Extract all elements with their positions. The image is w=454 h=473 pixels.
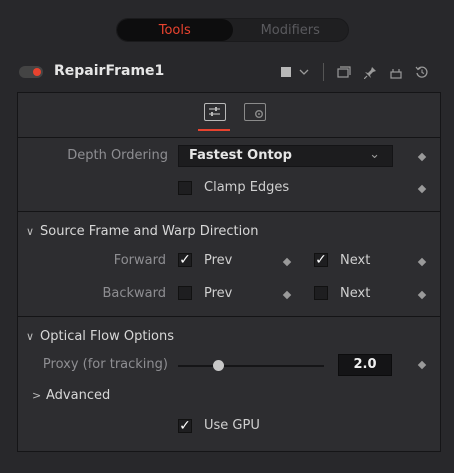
tab-tools[interactable]: Tools xyxy=(117,19,233,41)
depth-ordering-label: Depth Ordering xyxy=(67,148,168,163)
pin-icon[interactable] xyxy=(362,64,378,80)
optical-flow-section-title: Optical Flow Options xyxy=(40,329,175,344)
top-tab-bar: Tools Modifiers xyxy=(116,18,349,42)
keyframe-diamond-backward-next[interactable] xyxy=(417,290,427,300)
backward-next-checkbox[interactable] xyxy=(314,286,328,300)
forward-prev-checkbox[interactable]: ✓ xyxy=(178,252,192,268)
use-gpu-label: Use GPU xyxy=(204,418,260,433)
keyframe-diamond-forward-prev[interactable] xyxy=(282,257,292,267)
backward-prev-label: Prev xyxy=(204,286,233,301)
advanced-section-title: Advanced xyxy=(46,388,111,403)
color-swatch-icon[interactable] xyxy=(278,64,294,80)
chevron-down-icon: ⌄ xyxy=(369,147,380,162)
depth-ordering-dropdown[interactable]: Fastest Ontop ⌄ xyxy=(178,145,393,167)
settings-tab-icon[interactable] xyxy=(244,103,266,121)
keyframe-diamond-proxy[interactable] xyxy=(417,360,427,370)
reset-icon[interactable] xyxy=(414,64,430,80)
chevron-right-icon: > xyxy=(32,389,42,402)
keyframe-diamond-clamp-edges[interactable] xyxy=(417,184,427,194)
optical-flow-section-header[interactable]: ∨ Optical Flow Options xyxy=(26,329,174,344)
chevron-down-icon[interactable] xyxy=(296,64,312,80)
depth-ordering-value: Fastest Ontop xyxy=(189,148,292,163)
keyframe-diamond-backward-prev[interactable] xyxy=(282,290,292,300)
view-icon-svg xyxy=(337,66,351,78)
header-separator xyxy=(323,63,324,81)
forward-label: Forward xyxy=(113,253,166,268)
source-frame-section-header[interactable]: ∨ Source Frame and Warp Direction xyxy=(26,224,258,239)
subtab-bar xyxy=(18,93,440,137)
node-header: RepairFrame1 xyxy=(0,58,454,86)
toggle-knob xyxy=(33,68,41,76)
proxy-label: Proxy (for tracking) xyxy=(42,357,168,372)
proxy-slider-handle[interactable] xyxy=(213,360,224,371)
backward-next-label: Next xyxy=(340,286,371,301)
pin-icon-svg xyxy=(363,66,376,79)
reset-icon-svg xyxy=(415,66,428,78)
use-gpu-checkbox[interactable]: ✓ xyxy=(178,418,192,434)
chevron-down-icon: ∨ xyxy=(26,225,35,238)
tab-modifiers[interactable]: Modifiers xyxy=(233,19,349,41)
proxy-value-input[interactable]: 2.0 xyxy=(338,354,392,376)
gear-icon xyxy=(255,110,263,118)
lock-icon[interactable] xyxy=(388,64,404,80)
source-frame-section-title: Source Frame and Warp Direction xyxy=(40,224,259,239)
forward-prev-label: Prev xyxy=(204,253,233,268)
backward-prev-checkbox[interactable] xyxy=(178,286,192,300)
section-divider-1 xyxy=(18,211,440,212)
view-icon[interactable] xyxy=(336,64,352,80)
section-divider-2 xyxy=(18,316,440,317)
inspector-panel: Depth Ordering Fastest Ontop ⌄ Clamp Edg… xyxy=(17,92,441,452)
sliders-icon xyxy=(209,107,220,116)
clamp-edges-checkbox[interactable] xyxy=(178,181,192,195)
chevron-down-icon: ∨ xyxy=(26,330,35,343)
keyframe-diamond-forward-next[interactable] xyxy=(417,257,427,267)
node-enable-toggle[interactable] xyxy=(19,66,43,78)
keyframe-diamond-depth-ordering[interactable] xyxy=(417,152,427,162)
node-name: RepairFrame1 xyxy=(54,63,165,79)
backward-label: Backward xyxy=(102,286,166,301)
clamp-edges-label: Clamp Edges xyxy=(204,180,290,195)
advanced-section-header[interactable]: > Advanced xyxy=(32,388,110,403)
color-swatch-icon-svg xyxy=(281,67,291,77)
proxy-slider-track[interactable] xyxy=(178,365,324,367)
subtab-divider xyxy=(18,137,440,138)
chevron-down-icon-svg xyxy=(299,69,309,75)
forward-next-checkbox[interactable]: ✓ xyxy=(314,252,328,268)
lock-icon-svg xyxy=(390,68,402,79)
controls-tab-icon[interactable] xyxy=(204,103,226,121)
forward-next-label: Next xyxy=(340,253,371,268)
active-subtab-indicator xyxy=(198,129,230,131)
